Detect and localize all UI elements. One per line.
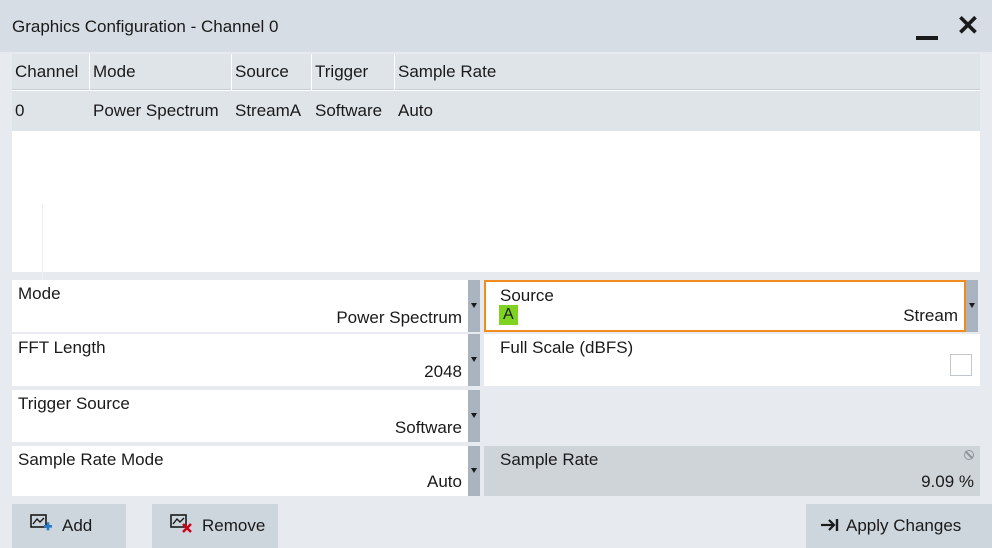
footer-toolbar: Add Remove Apply Changes <box>0 500 992 548</box>
column-header-mode[interactable]: Mode <box>90 54 232 90</box>
source-value: Stream <box>903 306 958 325</box>
minimize-icon <box>916 36 938 40</box>
cell-mode: Power Spectrum <box>93 101 219 120</box>
full-scale-checkbox[interactable] <box>950 354 972 376</box>
remove-button[interactable]: Remove <box>152 504 278 548</box>
source-label: Source <box>500 286 554 305</box>
column-header-sample-rate[interactable]: Sample Rate <box>395 54 980 90</box>
chevron-down-icon <box>471 413 477 418</box>
trigger-source-value: Software <box>394 418 462 437</box>
mode-dropdown-button[interactable] <box>468 280 480 332</box>
trigger-source-label: Trigger Source <box>18 394 130 413</box>
settings-panel: Mode Power Spectrum Source A Stream FFT … <box>12 280 980 496</box>
sample-rate-mode-label: Sample Rate Mode <box>18 450 164 469</box>
cell-trigger: Software <box>315 101 383 120</box>
close-button[interactable]: ✕ <box>950 10 986 42</box>
source-stream-badge: A <box>499 305 518 325</box>
cell-sample-rate: Auto <box>398 101 433 120</box>
trigger-source-field[interactable]: Trigger Source Software <box>12 390 468 442</box>
sample-rate-field: Sample Rate 9.09 % <box>484 446 980 496</box>
table-row[interactable]: 0 Power Spectrum StreamA Software Auto <box>12 91 980 131</box>
channel-table: Channel Mode Source Trigger Sample Rate … <box>12 54 980 304</box>
fft-length-label: FFT Length <box>18 338 106 357</box>
mode-label: Mode <box>18 284 61 303</box>
sample-rate-mode-field[interactable]: Sample Rate Mode Auto <box>12 446 468 496</box>
sample-rate-mode-value: Auto <box>427 472 462 491</box>
chevron-down-icon <box>471 303 477 308</box>
apply-changes-label: Apply Changes <box>846 516 962 535</box>
graphics-configuration-dialog: Graphics Configuration - Channel 0 ✕ Cha… <box>0 0 992 548</box>
remove-button-label: Remove <box>202 516 266 535</box>
arrow-to-bar-icon <box>821 519 839 531</box>
chevron-down-icon <box>471 468 477 473</box>
chevron-down-icon <box>969 303 975 308</box>
cell-channel: 0 <box>15 101 25 120</box>
fft-length-field[interactable]: FFT Length 2048 <box>12 334 468 386</box>
trigger-source-dropdown-button[interactable] <box>468 390 480 442</box>
sample-rate-label: Sample Rate <box>500 450 599 469</box>
sample-rate-value: 9.09 % <box>921 472 974 491</box>
table-header: Channel Mode Source Trigger Sample Rate <box>12 54 980 90</box>
add-button-label: Add <box>62 516 93 535</box>
fft-length-dropdown-button[interactable] <box>468 334 480 386</box>
minimize-button[interactable] <box>908 8 944 44</box>
chevron-down-icon <box>471 357 477 362</box>
window-title: Graphics Configuration - Channel 0 <box>12 17 279 36</box>
add-button[interactable]: Add <box>12 504 126 548</box>
source-field[interactable]: Source A Stream <box>484 280 966 332</box>
close-icon: ✕ <box>956 10 980 41</box>
full-scale-label: Full Scale (dBFS) <box>500 338 634 357</box>
mode-field[interactable]: Mode Power Spectrum <box>12 280 468 332</box>
mode-value: Power Spectrum <box>336 308 462 327</box>
no-entry-icon <box>964 450 974 460</box>
source-dropdown-button[interactable] <box>966 280 978 332</box>
cell-source: StreamA <box>235 101 302 120</box>
sample-rate-mode-dropdown-button[interactable] <box>468 446 480 496</box>
full-scale-field: Full Scale (dBFS) <box>484 334 980 386</box>
empty-cell <box>484 390 980 442</box>
title-bar: Graphics Configuration - Channel 0 ✕ <box>0 0 992 52</box>
add-channel-icon <box>30 514 52 531</box>
remove-channel-icon <box>170 514 192 533</box>
apply-changes-button[interactable]: Apply Changes <box>806 504 992 548</box>
column-header-source[interactable]: Source <box>232 54 312 90</box>
column-header-trigger[interactable]: Trigger <box>312 54 395 90</box>
column-header-channel[interactable]: Channel <box>12 54 90 90</box>
fft-length-value: 2048 <box>424 362 462 381</box>
